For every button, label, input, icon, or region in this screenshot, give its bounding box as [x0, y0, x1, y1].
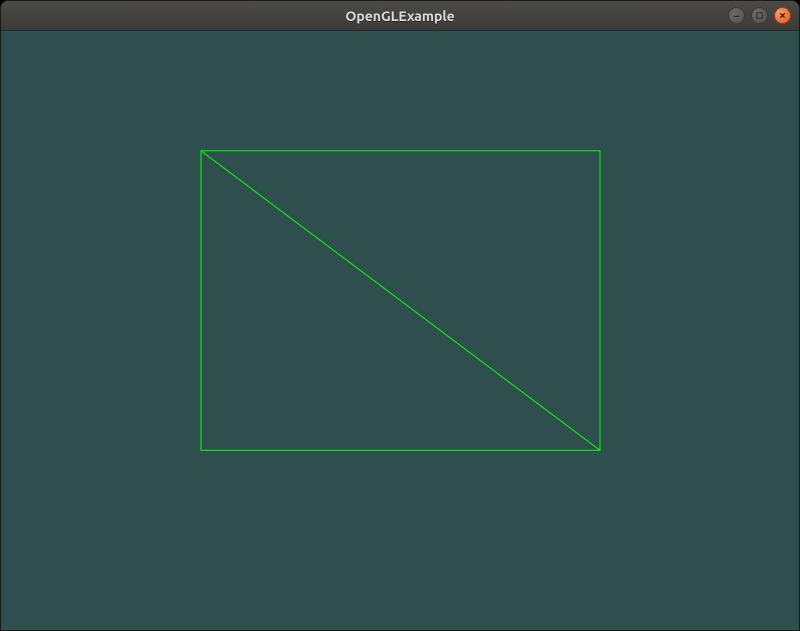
opengl-window: OpenGLExample: [0, 0, 800, 631]
wireframe-diagonal: [201, 151, 600, 451]
window-title: OpenGLExample: [345, 8, 454, 24]
minimize-icon: [732, 11, 741, 20]
titlebar[interactable]: OpenGLExample: [1, 1, 799, 31]
opengl-viewport: [1, 31, 799, 630]
minimize-button[interactable]: [728, 7, 745, 24]
close-button[interactable]: [774, 7, 791, 24]
window-controls: [728, 7, 791, 24]
maximize-button[interactable]: [751, 7, 768, 24]
rendered-geometry: [1, 31, 799, 630]
close-icon: [778, 11, 787, 20]
maximize-icon: [755, 11, 764, 20]
